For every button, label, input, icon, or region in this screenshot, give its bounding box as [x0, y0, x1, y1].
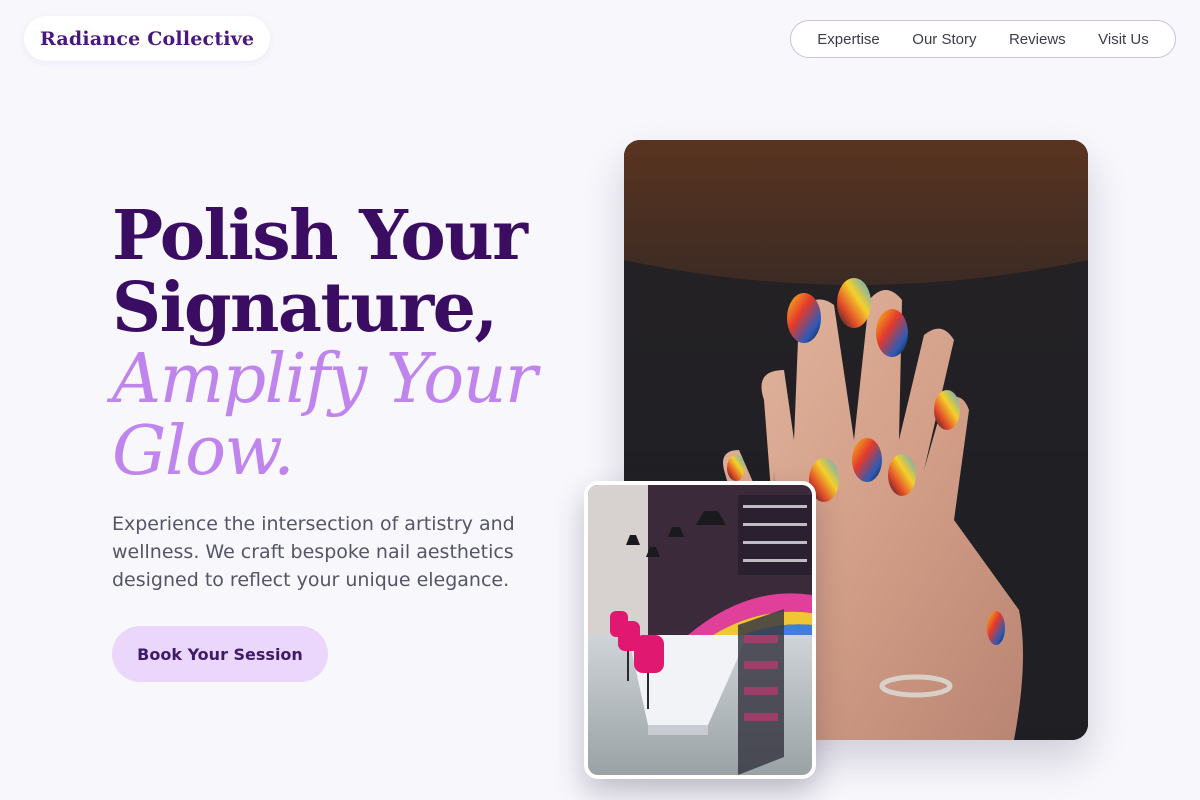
nav-item-visit-us[interactable]: Visit Us [1098, 31, 1149, 48]
nav-item-our-story[interactable]: Our Story [912, 31, 976, 48]
headline-line-1: Polish Your [112, 196, 528, 276]
brand-logo[interactable]: Radiance Collective [24, 16, 271, 61]
headline-line-2: Signature, [112, 268, 498, 348]
hero-subtitle: Experience the intersection of artistry … [112, 513, 515, 591]
brand-name: Radiance Collective [40, 27, 255, 50]
main-nav: Expertise Our Story Reviews Visit Us [790, 20, 1176, 58]
headline-line-3: Amplify Your [112, 340, 538, 419]
salon-interior-photo [584, 481, 816, 779]
nav-item-reviews[interactable]: Reviews [1009, 31, 1066, 48]
headline-line-4: Glow. [112, 412, 295, 491]
salon-photo-illustration [588, 485, 812, 775]
nav-item-expertise[interactable]: Expertise [817, 31, 880, 48]
book-session-button[interactable]: Book Your Session [112, 626, 328, 682]
hero-headline: Polish Your Signature, Amplify Your Glow… [112, 200, 582, 488]
